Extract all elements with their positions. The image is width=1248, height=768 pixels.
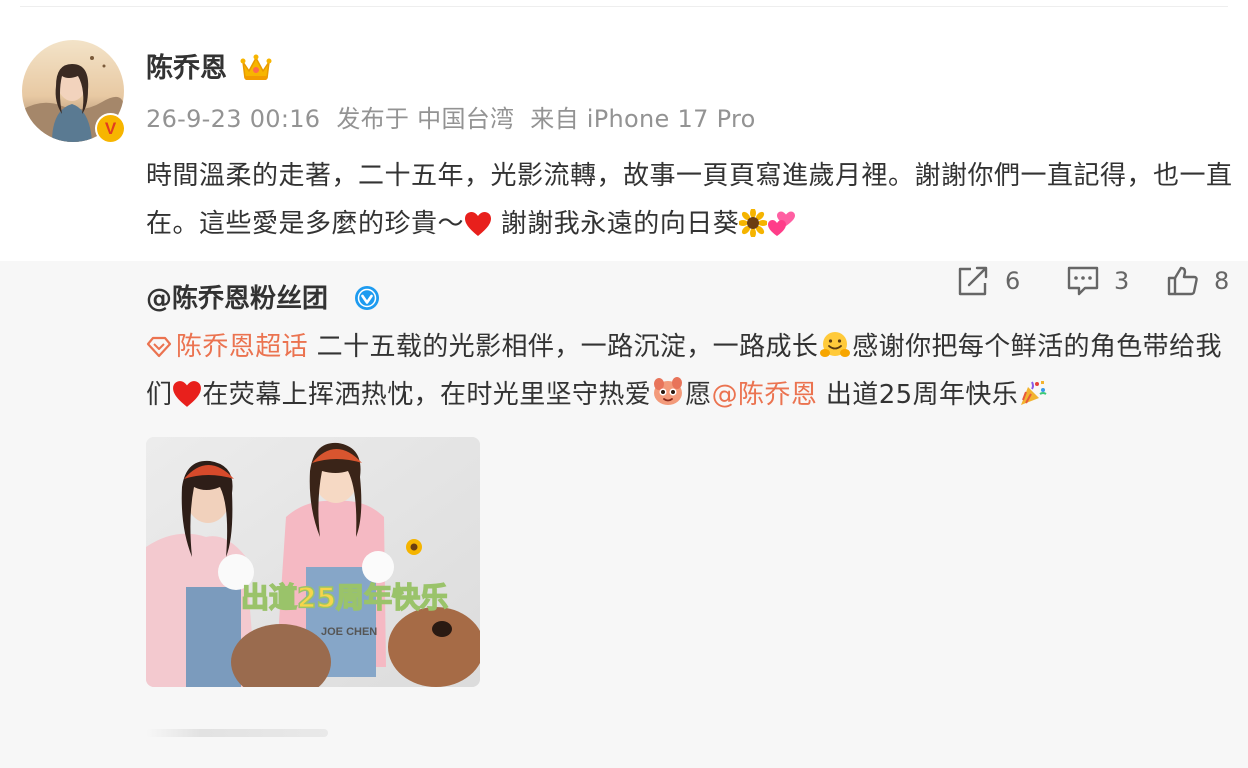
hugging-face-icon [820,332,851,357]
like-icon [1167,266,1198,296]
repost-image[interactable]: 出道25周年快乐 JOE CHEN [146,437,480,687]
comment-button[interactable]: 3 [1066,261,1129,301]
post-device: 来自 iPhone 17 Pro [530,105,756,133]
repost-author[interactable]: @陈乔恩粉丝团 [146,281,328,317]
post-text-part: 謝謝我永遠的向日葵 [492,209,740,239]
repost-text-part: 愿 [685,380,712,410]
post-location: 发布于 中国台湾 [336,105,515,133]
heart-icon [465,212,492,236]
topic-link[interactable]: 陈乔恩超话 [176,332,308,362]
heart-icon [173,381,202,407]
comment-icon [1067,266,1099,296]
two-hearts-icon [768,211,796,236]
party-popper-icon [1021,381,1047,405]
repost-block[interactable]: @陈乔恩粉丝团 陈乔恩超话 二十五载的光影相伴，一路沉淀，一路成长 感谢你把每个鲜… [0,261,1248,768]
mention-link[interactable]: @陈乔恩 [712,380,818,410]
repost-text-part: 二十五载的光影相伴，一路沉淀，一路成长 [308,332,819,362]
crown-icon[interactable] [240,53,272,83]
repost-text-part: 出道25周年快乐 [817,380,1019,410]
post-meta: 26-9-23 00:16 发布于 中国台湾 来自 iPhone 17 Pro [146,102,764,136]
sunflower-icon [739,209,768,237]
post-author[interactable]: 陈乔恩 [146,50,227,88]
blurred-source-text [146,729,328,737]
verified-badge-icon: V [95,113,126,144]
share-button[interactable]: 6 [957,261,1020,301]
repost-text-part: 在荧幕上挥洒热忱，在时光里坚守热爱 [202,380,652,410]
topic-diamond-icon [146,336,172,358]
comment-count: 3 [1114,267,1130,295]
image-headline: 出道25周年快乐 [241,581,448,614]
weibo-post-card: V 陈乔恩 26-9-23 00:16 发布于 中国台湾 来自 iPhone 1… [0,0,1248,768]
like-count: 8 [1214,267,1230,295]
blue-verified-icon [355,286,379,310]
post-text: 時間溫柔的走著，二十五年，光影流轉，故事一頁頁寫進歲月裡。謝謝你們一直記得，也一… [146,152,1236,248]
face-emoji-icon [654,377,683,405]
share-icon [958,266,988,296]
post-time: 26-9-23 00:16 [146,105,321,133]
divider [20,6,1228,7]
share-count: 6 [1005,267,1021,295]
like-button[interactable]: 8 [1166,261,1229,301]
repost-text: 陈乔恩超话 二十五载的光影相伴，一路沉淀，一路成长 感谢你把每个鲜活的角色带给我们… [146,323,1236,419]
image-watermark: JOE CHEN [321,626,377,638]
